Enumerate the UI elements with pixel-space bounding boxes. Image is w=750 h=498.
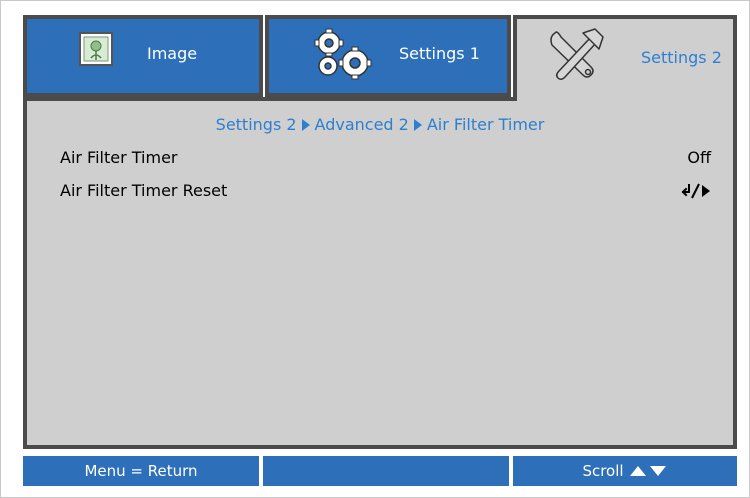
image-icon: [79, 32, 113, 70]
menu-item-air-filter-timer[interactable]: Air Filter Timer Off: [60, 148, 711, 170]
breadcrumb: Settings 2 Advanced 2 Air Filter Timer: [27, 115, 733, 135]
gears-icon: [311, 27, 375, 87]
footer-scroll: Scroll: [513, 456, 737, 486]
tab-settings-1-label: Settings 1: [399, 44, 480, 63]
menu-item-label: Air Filter Timer: [60, 148, 178, 167]
breadcrumb-item-settings-2[interactable]: Settings 2: [216, 115, 297, 134]
footer-middle: [263, 456, 509, 486]
up-down-triangles-icon: [629, 465, 668, 477]
tab-settings-2-label: Settings 2: [641, 48, 722, 67]
footer-left-label: Menu = Return: [84, 462, 198, 480]
menu-item-value[interactable]: Off: [687, 148, 711, 167]
osd-menu-window: Image Settings 1 Settings 2 Settings 2 A…: [0, 0, 750, 498]
breadcrumb-item-advanced-2[interactable]: Advanced 2: [315, 115, 409, 134]
tab-image-label: Image: [147, 44, 198, 63]
tools-icon: [545, 27, 605, 87]
menu-item-label: Air Filter Timer Reset: [60, 181, 228, 200]
tab-image[interactable]: Image: [23, 15, 263, 97]
tab-settings-2[interactable]: Settings 2: [513, 15, 737, 101]
tab-settings-1[interactable]: Settings 1: [265, 15, 511, 97]
menu-item-air-filter-timer-reset[interactable]: Air Filter Timer Reset: [60, 181, 711, 203]
footer-menu-return: Menu = Return: [23, 456, 259, 486]
footer-right-label: Scroll: [582, 462, 624, 480]
breadcrumb-item-air-filter-timer: Air Filter Timer: [426, 115, 545, 134]
enter-arrow-icon[interactable]: [681, 183, 711, 203]
settings-panel: Settings 2 Advanced 2 Air Filter Timer Air…: [23, 97, 737, 449]
triangle-right-icon: [413, 116, 422, 135]
triangle-right-icon: [301, 116, 310, 135]
